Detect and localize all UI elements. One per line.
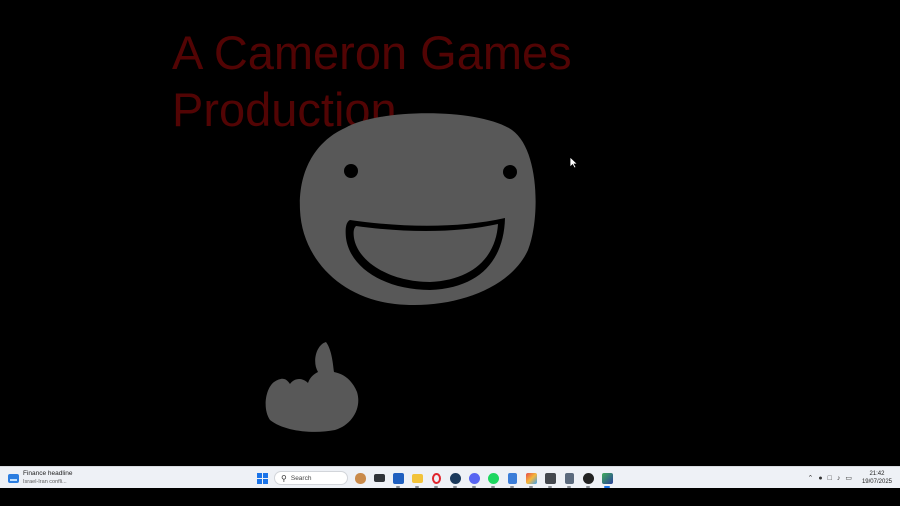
finance-widget-icon: [8, 473, 19, 483]
taskbar-search[interactable]: ⚲: [274, 471, 348, 485]
clock-time: 21:42: [869, 471, 885, 477]
store-icon[interactable]: [391, 471, 405, 488]
weather-icon[interactable]: [353, 471, 367, 485]
folder-icon[interactable]: [410, 471, 424, 488]
system-tray: ⌃ ● □ ♪ ▭: [808, 469, 852, 487]
widget-subtext: Israel-Iran confli...: [23, 479, 67, 485]
news-widget[interactable]: Finance headline Israel-Iran confli...: [8, 469, 73, 487]
bottom-letterbox: [0, 488, 900, 506]
task-view-icon[interactable]: [372, 471, 386, 485]
smiley-drawing: [265, 113, 536, 432]
microphone-icon[interactable]: ●: [818, 475, 822, 482]
spotify-icon[interactable]: [486, 471, 500, 488]
paint-icon[interactable]: [524, 471, 538, 488]
calculator-icon[interactable]: [562, 471, 576, 488]
volume-icon[interactable]: ♪: [837, 475, 841, 482]
taskbar-apps: ⚲: [255, 468, 614, 488]
opera-icon[interactable]: [429, 471, 443, 488]
chevron-up-icon[interactable]: ⌃: [808, 474, 814, 482]
media-icon[interactable]: [543, 471, 557, 488]
game-window[interactable]: A Cameron Games Production.: [0, 0, 900, 466]
hand-drawing: [265, 342, 359, 432]
left-eye: [344, 164, 358, 178]
obs-icon[interactable]: [581, 471, 595, 488]
search-icon: ⚲: [281, 473, 287, 483]
battery-icon[interactable]: ▭: [845, 474, 852, 482]
right-eye: [503, 165, 517, 179]
network-icon[interactable]: □: [828, 475, 832, 482]
steam-icon[interactable]: [448, 471, 462, 488]
mouse-cursor-icon: [569, 156, 578, 169]
notepad-icon[interactable]: [505, 471, 519, 488]
game-icon[interactable]: [600, 471, 614, 488]
discord-icon[interactable]: [467, 471, 481, 488]
windows-start-icon[interactable]: [255, 471, 269, 485]
widget-headline: Finance headline: [23, 470, 73, 477]
taskbar-clock[interactable]: 21:42 19/07/2025: [862, 470, 892, 486]
taskbar: Finance headline Israel-Iran confli... ⚲: [0, 466, 900, 489]
search-input[interactable]: [290, 474, 339, 482]
clock-date: 19/07/2025: [861, 479, 892, 485]
